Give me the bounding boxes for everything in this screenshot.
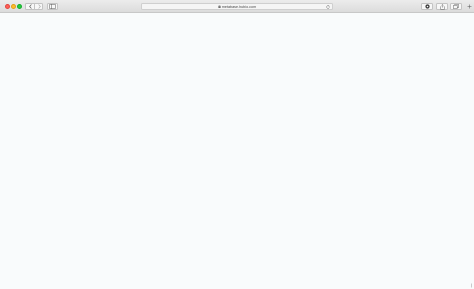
window-minimize-button[interactable] — [11, 4, 16, 9]
browser-window: metabase.hubio.com — [0, 0, 474, 289]
plus-icon — [467, 4, 472, 9]
address-bar-url-row: metabase.hubio.com — [142, 4, 332, 10]
lock-icon — [218, 5, 221, 9]
tabs-icon — [453, 4, 459, 9]
reload-icon[interactable] — [326, 5, 330, 9]
extension-button[interactable] — [421, 3, 433, 10]
new-tab-button[interactable] — [466, 3, 473, 10]
share-icon — [439, 3, 445, 10]
share-button[interactable] — [436, 3, 448, 10]
chevron-right-icon — [38, 4, 41, 9]
window-maximize-button[interactable] — [17, 4, 22, 9]
page-content — [0, 13, 474, 289]
browser-toolbar: metabase.hubio.com — [0, 0, 474, 13]
chevron-left-icon — [29, 4, 32, 9]
resize-handle-icon[interactable] — [470, 283, 473, 288]
nav-divider — [34, 3, 35, 10]
sidebar-toggle-button[interactable] — [47, 3, 58, 10]
address-bar[interactable]: metabase.hubio.com — [141, 3, 333, 10]
url-text: metabase.hubio.com — [221, 5, 257, 9]
extension-icon — [424, 4, 430, 9]
forward-button[interactable] — [35, 4, 44, 9]
tab-overview-button[interactable] — [450, 3, 462, 10]
sidebar-icon — [49, 4, 56, 9]
window-close-button[interactable] — [5, 4, 10, 9]
